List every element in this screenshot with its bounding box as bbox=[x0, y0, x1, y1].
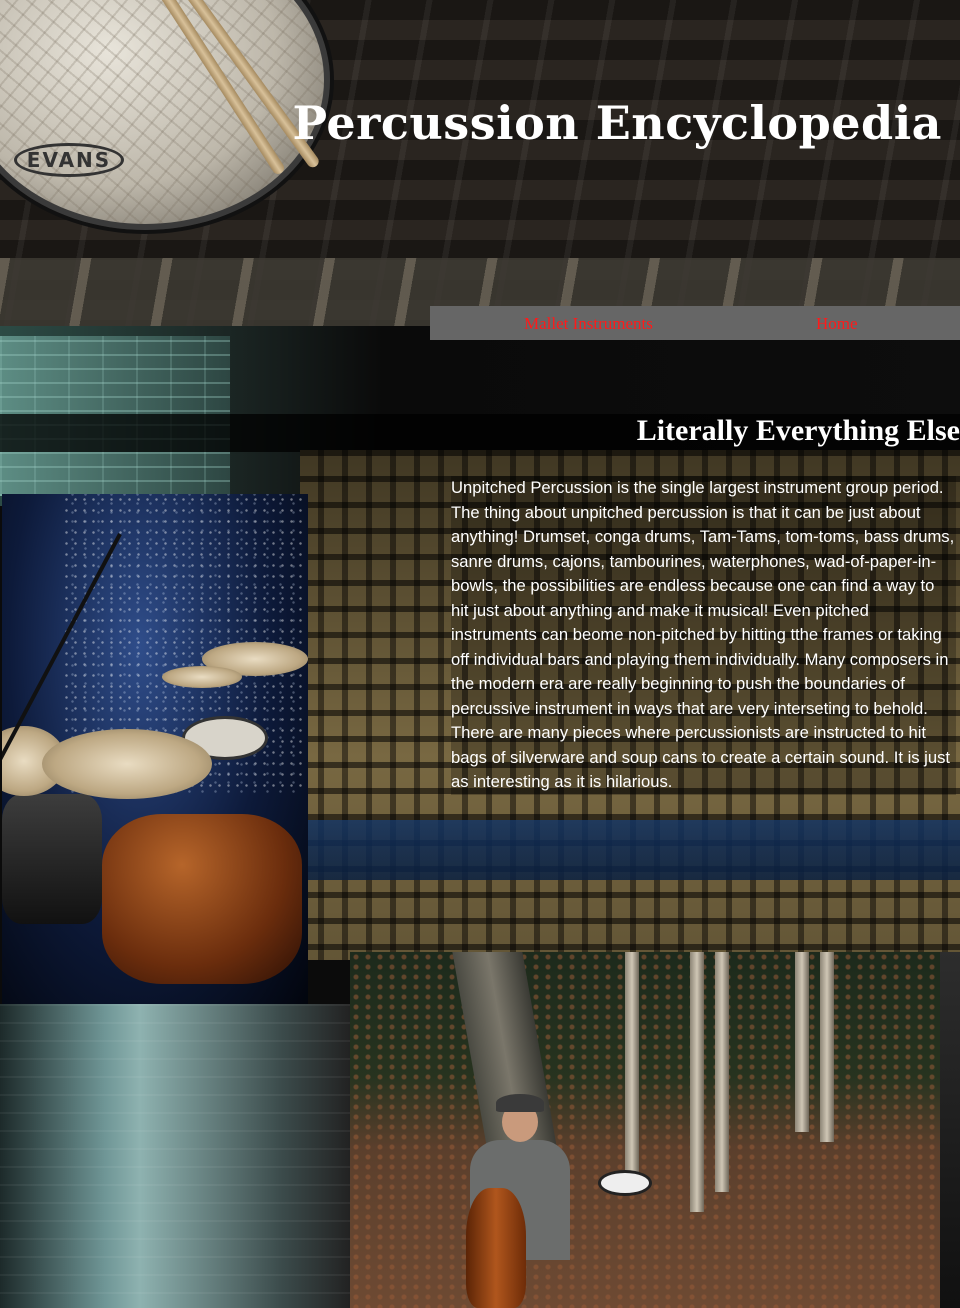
section-heading: Literally Everything Else bbox=[636, 414, 960, 447]
conga-player-photo bbox=[350, 952, 940, 1308]
conga-drum bbox=[466, 1188, 526, 1308]
nav-link-mallet-instruments[interactable]: Mallet Instruments bbox=[524, 314, 653, 334]
snare-drum bbox=[598, 1170, 652, 1196]
floor-tom bbox=[2, 794, 102, 924]
cymbal bbox=[42, 729, 212, 799]
site-title: Percussion Encyclopedia bbox=[292, 96, 942, 150]
tree-trunk bbox=[690, 952, 704, 1212]
tree-trunk bbox=[795, 952, 809, 1132]
nav-bar: Mallet Instruments Home bbox=[430, 306, 960, 340]
player-hat bbox=[496, 1094, 544, 1112]
background-right-strip bbox=[940, 952, 960, 1308]
drumkit-photo bbox=[2, 494, 308, 1004]
bass-drum bbox=[102, 814, 302, 984]
section-body-text: Unpitched Percussion is the single large… bbox=[451, 476, 956, 795]
tree-trunk bbox=[820, 952, 834, 1142]
tree-trunk bbox=[625, 952, 639, 1192]
drum-logo: EVANS bbox=[14, 143, 124, 177]
nav-link-home[interactable]: Home bbox=[816, 314, 858, 334]
cymbal bbox=[162, 666, 242, 688]
tree-trunk bbox=[715, 952, 729, 1192]
background-stage-floor bbox=[0, 1004, 350, 1308]
